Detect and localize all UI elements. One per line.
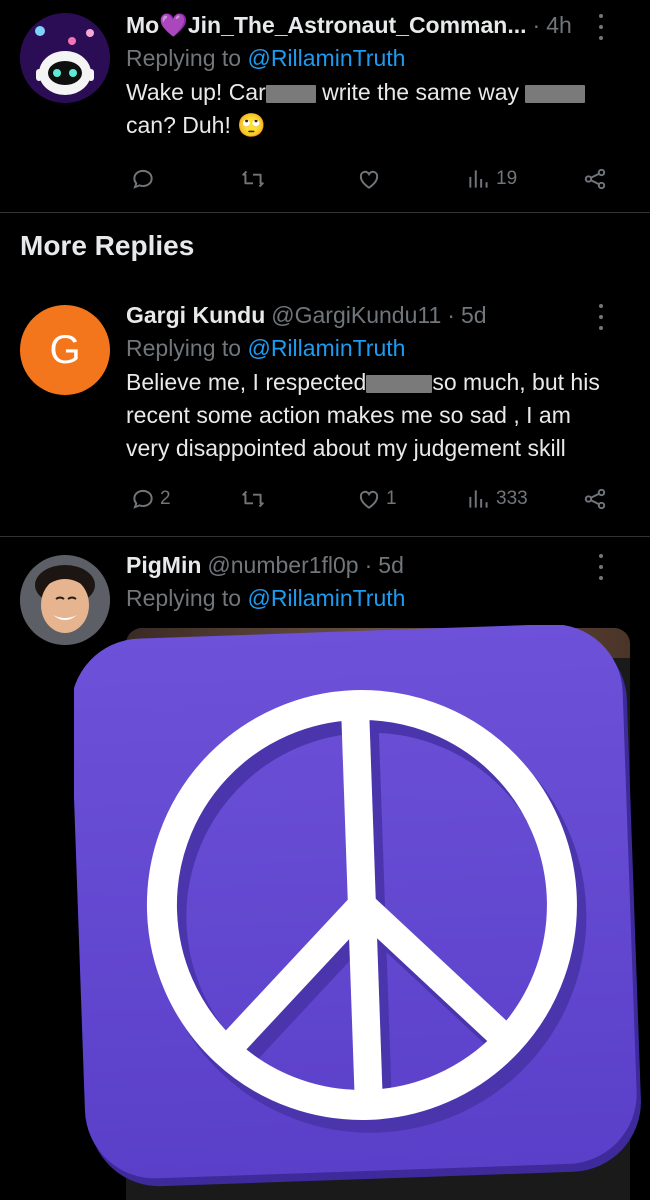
display-name[interactable]: PigMin (126, 550, 201, 580)
display-name[interactable]: Gargi Kundu (126, 300, 265, 330)
share-icon (584, 488, 606, 510)
timestamp[interactable]: 5d (378, 550, 404, 580)
views-button[interactable]: 333 (466, 486, 528, 512)
more-icon[interactable] (598, 554, 604, 580)
replying-to-handle[interactable]: @RillaminTruth (247, 45, 405, 71)
replying-to: Replying to @RillaminTruth (126, 42, 630, 74)
tweet-text-part: write the same way (315, 79, 526, 105)
avatar-letter: G (49, 327, 81, 372)
user-handle[interactable]: @GargiKundu11 (271, 300, 441, 330)
like-icon (359, 490, 379, 509)
share-icon (584, 168, 606, 190)
tweet-2[interactable]: G Gargi Kundu @GargiKundu11 · 5d Replyin… (0, 290, 650, 536)
replying-to-prefix: Replying to (126, 335, 248, 361)
retweet-icon (242, 490, 264, 508)
tweet-text-part: very disappointed about my judgement ski… (126, 435, 566, 461)
separator-dot: · (532, 12, 541, 38)
tweet-text-part: Wake up! Car (126, 79, 266, 105)
tweet-text-part: can? Duh! 🙄 (126, 112, 266, 138)
action-bar: 2 1 333 (126, 486, 630, 520)
user-handle[interactable]: @number1fl0p (207, 550, 358, 580)
share-button[interactable] (582, 166, 608, 192)
divider (0, 536, 650, 537)
peace-sign-app-icon (70, 624, 650, 1190)
timestamp[interactable]: 5d (461, 300, 487, 330)
tweet-1[interactable]: Mo💜Jin_The_Astronaut_Comman... · 4h Repl… (0, 0, 650, 212)
replying-to-prefix: Replying to (126, 585, 248, 611)
retweet-button[interactable] (240, 166, 270, 192)
replying-to-handle[interactable]: @RillaminTruth (247, 585, 405, 611)
avatar[interactable] (20, 13, 110, 103)
tweet-header: PigMin @number1fl0p · 5d (126, 550, 630, 580)
tweet-text-part: recent some action makes me so sad , I a… (126, 402, 571, 428)
views-icon (469, 490, 488, 508)
replying-to: Replying to @RillaminTruth (126, 332, 630, 364)
action-bar: 19 (126, 166, 630, 200)
tweet-header: Mo💜Jin_The_Astronaut_Comman... · 4h (126, 10, 630, 40)
tweet-text: Wake up! Car write the same way can? Duh… (126, 76, 630, 142)
like-button[interactable]: 1 (356, 486, 397, 512)
tweet-text-part: Believe me, I respected (126, 369, 367, 395)
divider (0, 212, 650, 213)
share-button[interactable] (582, 486, 608, 512)
retweet-icon (242, 170, 264, 188)
reply-button[interactable] (130, 166, 160, 192)
redaction-bar (366, 374, 433, 393)
separator-dot: · (447, 302, 455, 328)
display-name[interactable]: Mo💜Jin_The_Astronaut_Comman... (126, 10, 527, 40)
reply-icon (133, 489, 153, 509)
more-icon[interactable] (598, 304, 604, 330)
views-button[interactable]: 19 (466, 166, 517, 192)
avatar[interactable]: G (20, 305, 110, 395)
peace-sign-icon (70, 624, 641, 1187)
reply-button[interactable]: 2 (130, 486, 171, 512)
tweet-text-part: so much, but his (432, 369, 600, 395)
tweet-header: Gargi Kundu @GargiKundu11 · 5d (126, 300, 630, 330)
replying-to-prefix: Replying to (126, 45, 248, 71)
section-title: More Replies (20, 230, 195, 261)
like-icon (359, 170, 379, 189)
like-button[interactable] (356, 166, 386, 192)
timestamp[interactable]: 4h (546, 10, 572, 40)
robot-avatar-icon (20, 13, 110, 103)
views-icon (469, 170, 488, 188)
tweet-text: Believe me, I respected so much, but his … (126, 366, 630, 465)
separator-dot: · (364, 552, 373, 578)
replying-to: Replying to @RillaminTruth (126, 582, 630, 614)
more-icon[interactable] (598, 14, 604, 40)
redaction-bar (525, 84, 586, 103)
retweet-button[interactable] (240, 486, 270, 512)
reply-icon (133, 169, 153, 189)
redaction-bar (265, 84, 316, 103)
replying-to-handle[interactable]: @RillaminTruth (247, 335, 405, 361)
